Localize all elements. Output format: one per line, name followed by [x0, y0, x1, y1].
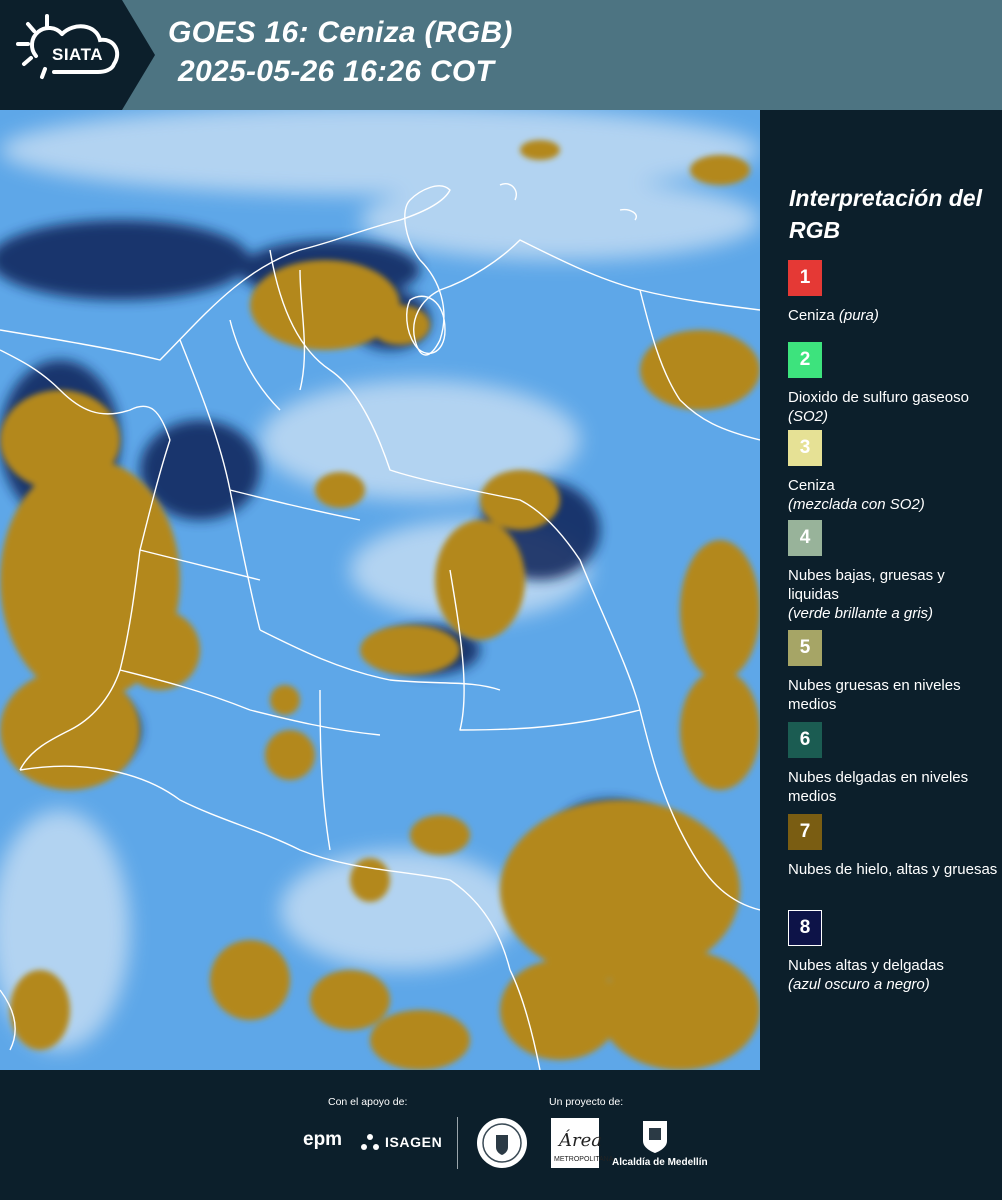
legend-text: Ceniza (pura) — [788, 306, 998, 325]
legend-text: Dioxido de sulfuro gaseoso (SO2) — [788, 388, 998, 426]
legend-swatch: 4 — [788, 520, 822, 556]
legend-note: (mezclada con SO2) — [788, 496, 925, 513]
legend-label: Nubes bajas, gruesas y liquidas — [788, 567, 945, 603]
header-bar: SIATA GOES 16: Ceniza (RGB) 2025-05-26 1… — [0, 0, 1002, 110]
isagen-logo: ISAGEN — [385, 1134, 443, 1150]
coat-of-arms-icon — [643, 1121, 667, 1153]
legend-item: 6 Nubes delgadas en niveles medios — [788, 722, 998, 806]
logo-text: SIATA — [52, 45, 103, 64]
epm-logo: epm — [303, 1129, 343, 1150]
area-logo-text: Área — [559, 1130, 602, 1151]
project-label: Un proyecto de: — [549, 1096, 624, 1108]
legend-label: Dioxido de sulfuro gaseoso — [788, 389, 969, 406]
legend-text: Nubes de hielo, altas y gruesas — [788, 860, 998, 879]
legend-item: 1 Ceniza (pura) — [788, 260, 998, 325]
legend-item: 7 Nubes de hielo, altas y gruesas — [788, 814, 998, 879]
legend-label: Nubes altas y delgadas — [788, 957, 944, 974]
satellite-image — [0, 110, 760, 1070]
seal-icon — [477, 1118, 527, 1168]
legend-swatch: 6 — [788, 722, 822, 758]
legend-text: Nubes delgadas en niveles medios — [788, 768, 998, 806]
area-metropolitana-logo: Área METROPOLITANA — [551, 1118, 613, 1168]
legend-title: Interpretación del RGB — [789, 185, 982, 243]
isagen-icon — [361, 1134, 379, 1150]
product-title: GOES 16: Ceniza (RGB) — [168, 16, 513, 49]
legend-swatch: 8 — [788, 910, 822, 946]
alcaldia-logo: Alcaldía de Medellín — [612, 1157, 708, 1168]
legend-text: Ceniza (mezclada con SO2) — [788, 476, 998, 514]
legend-note: (pura) — [838, 307, 879, 324]
legend-swatch: 5 — [788, 630, 822, 666]
legend-item: 2 Dioxido de sulfuro gaseoso (SO2) — [788, 342, 998, 426]
legend-label: Ceniza — [788, 307, 839, 324]
legend-text: Nubes altas y delgadas (azul oscuro a neg… — [788, 956, 998, 994]
legend-swatch: 7 — [788, 814, 822, 850]
legend-note: (verde brillante a gris) — [788, 605, 934, 622]
legend-label: Nubes gruesas en niveles medios — [788, 677, 961, 713]
siata-logo: SIATA — [0, 0, 155, 110]
support-label: Con el apoyo de: — [328, 1096, 408, 1108]
legend-label: Nubes delgadas en niveles medios — [788, 769, 969, 805]
satellite-map — [0, 110, 760, 1070]
footer-bar: Con el apoyo de: Un proyecto de: epm ISA… — [0, 1070, 1002, 1200]
legend-swatch: 3 — [788, 430, 822, 466]
timestamp: 2025-05-26 16:26 COT — [178, 55, 495, 88]
legend-panel: Interpretación del RGB 1 Ceniza (pura) 2 Di… — [760, 110, 1002, 1070]
legend-label: Nubes de hielo, altas y gruesas — [788, 861, 998, 878]
footer-divider — [457, 1117, 458, 1169]
legend-text: Nubes gruesas en niveles medios — [788, 676, 998, 714]
area-logo-subtext: METROPOLITANA — [554, 1156, 614, 1163]
legend-label: Ceniza — [788, 477, 835, 494]
legend-item: 5 Nubes gruesas en niveles medios — [788, 630, 998, 714]
legend-note: (azul oscuro a negro) — [788, 976, 930, 993]
legend-swatch: 2 — [788, 342, 822, 378]
legend-swatch: 1 — [788, 260, 822, 296]
legend-note: (SO2) — [788, 408, 829, 425]
legend-item: 3 Ceniza (mezclada con SO2) — [788, 430, 998, 514]
legend-item: 8 Nubes altas y delgadas (azul oscuro a ne… — [788, 910, 998, 994]
legend-item: 4 Nubes bajas, gruesas y liquidas (verde b… — [788, 520, 998, 623]
legend-text: Nubes bajas, gruesas y liquidas (verde br… — [788, 566, 998, 623]
